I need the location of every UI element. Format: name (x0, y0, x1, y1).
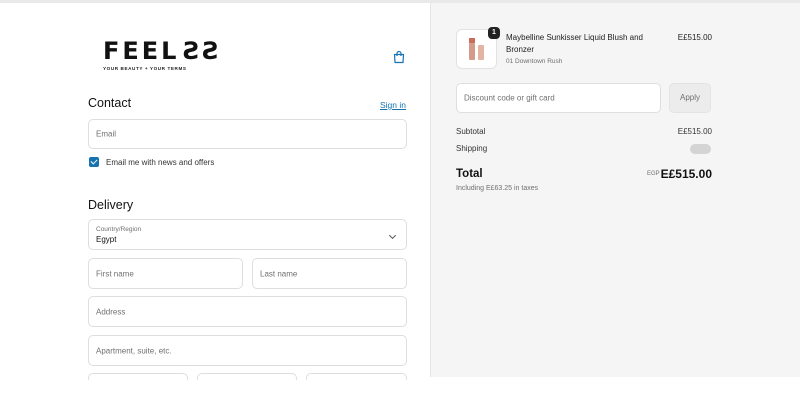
subtotal-value: E£515.00 (677, 127, 712, 136)
contact-heading: Contact (88, 96, 132, 110)
product-name: Maybelline Sunkisser Liquid Blush and Br… (506, 33, 643, 54)
postal-code-field[interactable] (306, 373, 407, 380)
shopping-bag-icon[interactable] (392, 50, 406, 64)
country-select[interactable]: Country/Region Egypt (88, 219, 407, 250)
product-image-tube (478, 45, 484, 60)
country-value: Egypt (96, 235, 117, 244)
email-placeholder: Email (96, 129, 117, 139)
shipping-label: Shipping (456, 144, 488, 153)
logo-wordmark: FEELSS (103, 37, 219, 65)
last-name-field[interactable]: Last name (252, 258, 407, 289)
first-name-field[interactable]: First name (88, 258, 243, 289)
discount-code-input[interactable]: Discount code or gift card (456, 83, 661, 113)
governorate-field[interactable] (197, 373, 297, 380)
newsletter-label: Email me with news and offers (106, 157, 215, 167)
delivery-heading: Delivery (88, 198, 134, 212)
brand-logo[interactable]: FEELSS YOUR BEAUTY + YOUR TERMS (103, 37, 219, 71)
total-value: E£515.00 (660, 167, 712, 181)
logo-tagline: YOUR BEAUTY + YOUR TERMS (103, 66, 187, 71)
currency-code: EGP (647, 171, 660, 177)
shipping-loading-placeholder (690, 144, 711, 154)
newsletter-checkbox[interactable] (89, 157, 99, 167)
apartment-field[interactable]: Apartment, suite, etc. (88, 335, 407, 366)
apartment-placeholder: Apartment, suite, etc. (96, 346, 172, 355)
address-field[interactable]: Address (88, 296, 407, 327)
order-summary-panel: 1 Maybelline Sunkisser Liquid Blush and … (430, 3, 800, 377)
product-image-tube (469, 38, 475, 60)
first-name-placeholder: First name (96, 269, 134, 278)
subtotal-label: Subtotal (456, 127, 486, 136)
chevron-down-icon (388, 231, 397, 240)
quantity-badge: 1 (488, 27, 500, 39)
email-field[interactable]: Email (88, 119, 407, 149)
taxes-note: Including E£63.25 in taxes (456, 185, 539, 192)
city-field[interactable] (88, 373, 188, 380)
checkout-form-panel: FEELSS YOUR BEAUTY + YOUR TERMS Contact … (0, 3, 430, 380)
discount-placeholder: Discount code or gift card (464, 93, 555, 103)
country-label: Country/Region (96, 226, 142, 233)
product-variant: 01 Downtown Rush (506, 58, 563, 65)
address-placeholder: Address (96, 307, 126, 316)
last-name-placeholder: Last name (260, 269, 298, 278)
product-price: E£515.00 (677, 33, 712, 42)
total-label: Total (456, 168, 483, 180)
apply-discount-button[interactable]: Apply (669, 83, 711, 113)
newsletter-option[interactable]: Email me with news and offers (89, 157, 214, 167)
sign-in-link[interactable]: Sign in (380, 100, 406, 110)
